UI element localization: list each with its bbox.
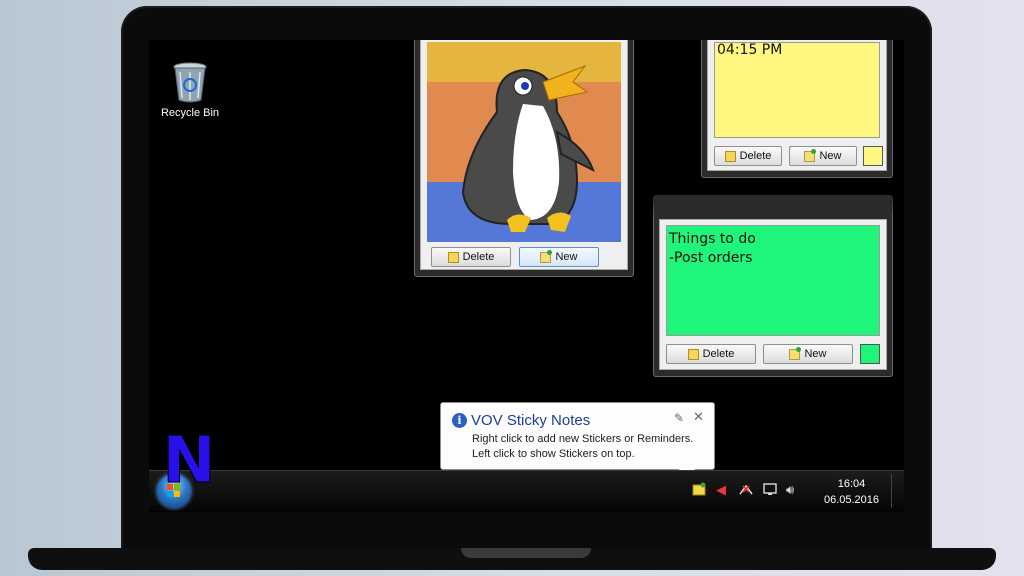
delete-button[interactable]: Delete bbox=[714, 146, 782, 166]
color-swatch[interactable] bbox=[863, 146, 883, 166]
recycle-bin[interactable]: Recycle Bin bbox=[155, 60, 225, 119]
color-swatch[interactable] bbox=[860, 344, 880, 364]
note-body: Delete New bbox=[420, 40, 628, 270]
penguin-sticky-note[interactable]: Delete New bbox=[414, 40, 634, 277]
desktop-screen: Recycle Bin Delete New 04:15 PM Delete N… bbox=[149, 40, 904, 512]
new-button-label: New bbox=[555, 251, 578, 263]
penguin-image bbox=[427, 42, 621, 242]
new-button-label: New bbox=[804, 348, 827, 360]
note-body: 04:15 PM Delete New bbox=[707, 40, 887, 171]
new-note-icon bbox=[540, 249, 553, 263]
volume-icon[interactable]: 🔊︎ bbox=[786, 482, 794, 498]
note-time-text: 04:15 PM bbox=[717, 42, 783, 58]
speaker-muted-icon[interactable]: ◀ bbox=[716, 482, 726, 498]
balloon-title: VOV Sticky Notes bbox=[471, 412, 591, 429]
new-button[interactable]: New bbox=[763, 344, 853, 364]
note-line-2: -Post orders bbox=[669, 250, 753, 266]
clock-date: 06.05.2016 bbox=[823, 494, 880, 506]
delete-button-label: Delete bbox=[739, 150, 772, 162]
info-icon: i bbox=[452, 413, 467, 428]
new-button[interactable]: New bbox=[789, 146, 857, 166]
note-paper: 04:15 PM bbox=[714, 42, 880, 138]
sticky-notes-icon[interactable] bbox=[692, 482, 706, 499]
delete-note-icon bbox=[687, 348, 699, 360]
new-button-label: New bbox=[819, 150, 842, 162]
notification-balloon[interactable]: i VOV Sticky Notes ✎ ✕ Right click to ad… bbox=[440, 402, 715, 483]
new-note-icon bbox=[789, 346, 802, 360]
delete-note-icon bbox=[447, 251, 459, 263]
action-center-icon[interactable] bbox=[763, 482, 778, 499]
green-sticky-note[interactable]: Things to do -Post orders Delete New bbox=[653, 195, 893, 377]
balloon-line-1: Right click to add new Stickers or Remin… bbox=[472, 433, 694, 445]
close-icon[interactable]: ✕ bbox=[693, 409, 704, 425]
channel-logo-icon: N bbox=[162, 424, 217, 498]
note-paper: Things to do -Post orders bbox=[666, 225, 880, 336]
clock-time: 16:04 bbox=[837, 478, 866, 490]
clock[interactable]: 16:04 06.05.2016 bbox=[814, 476, 889, 508]
recycle-bin-label: Recycle Bin bbox=[160, 107, 220, 119]
balloon-line-2: Left click to show Stickers on top. bbox=[472, 448, 635, 460]
laptop-notch bbox=[461, 548, 591, 558]
delete-button[interactable]: Delete bbox=[666, 344, 756, 364]
new-note-icon bbox=[804, 148, 817, 162]
show-desktop-button[interactable] bbox=[891, 474, 902, 508]
note-line-1: Things to do bbox=[669, 231, 756, 247]
delete-button[interactable]: Delete bbox=[431, 247, 511, 267]
delete-button-label: Delete bbox=[462, 251, 495, 263]
yellow-sticky-note[interactable]: 04:15 PM Delete New bbox=[701, 40, 893, 178]
note-body: Things to do -Post orders Delete New bbox=[659, 219, 887, 370]
delete-button-label: Delete bbox=[702, 348, 735, 360]
recycle-bin-icon bbox=[173, 62, 207, 103]
network-icon[interactable] bbox=[738, 482, 754, 499]
pin-icon[interactable]: ✎ bbox=[674, 411, 684, 425]
new-button[interactable]: New bbox=[519, 247, 599, 267]
delete-note-icon bbox=[724, 150, 736, 162]
taskbar: ◀ 🔊︎ 16:04 06.05.2016 bbox=[149, 470, 904, 511]
